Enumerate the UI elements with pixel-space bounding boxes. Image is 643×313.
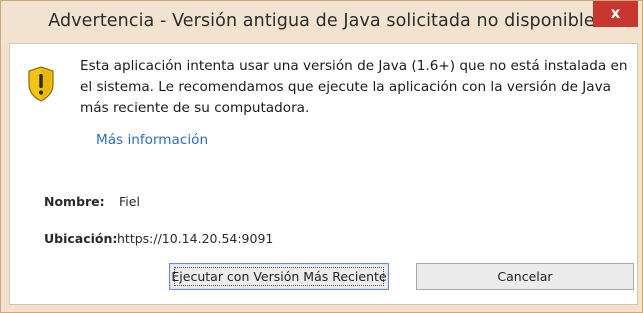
name-label: Nombre: [44, 194, 105, 209]
java-warning-dialog: Advertencia - Versión antigua de Java so… [0, 0, 643, 313]
location-value: https://10.14.20.54:9091 [117, 231, 274, 246]
focus-indicator [174, 267, 384, 286]
run-latest-version-button[interactable]: Ejecutar con Versión Más Reciente [169, 263, 389, 290]
close-icon: x [610, 4, 621, 22]
title-bar[interactable]: Advertencia - Versión antigua de Java so… [1, 1, 642, 43]
close-button[interactable]: x [593, 1, 638, 27]
dialog-title: Advertencia - Versión antigua de Java so… [48, 11, 595, 31]
cancel-button[interactable]: Cancelar [416, 263, 634, 290]
more-info-link[interactable]: Más información [96, 132, 208, 148]
cancel-label: Cancelar [497, 269, 553, 284]
name-value: Fiel [119, 194, 140, 209]
warning-shield-icon [28, 66, 54, 102]
dialog-body: Esta aplicación intenta usar una versión… [9, 43, 638, 305]
warning-message: Esta aplicación intenta usar una versión… [80, 58, 628, 116]
location-label: Ubicación: [44, 231, 118, 246]
